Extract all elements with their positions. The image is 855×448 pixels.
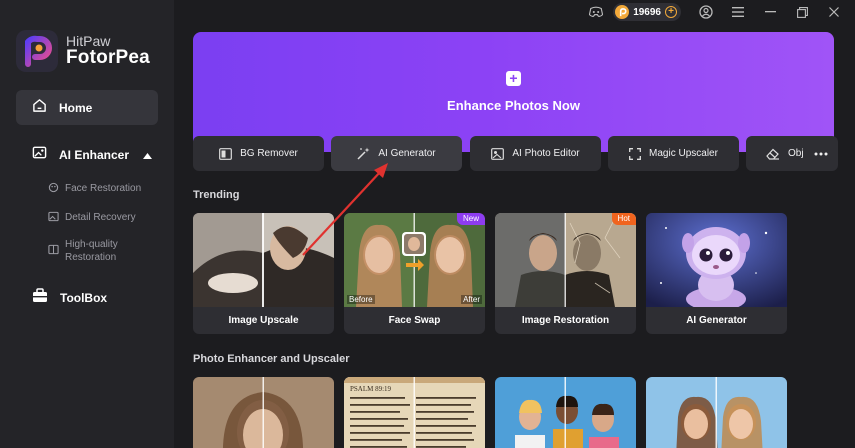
coin-count: 19696 — [633, 6, 661, 18]
close-icon[interactable] — [827, 5, 841, 19]
sidebar-item-toolbox[interactable]: ToolBox — [32, 288, 107, 308]
discord-icon[interactable] — [589, 5, 604, 19]
add-coins-icon[interactable]: + — [665, 6, 677, 18]
sidebar: HitPaw FotorPea Home AI Enhancer Face Re… — [0, 0, 174, 448]
card-label: Face Swap — [388, 315, 441, 326]
sidebar-subitem-label: Face Restoration — [65, 183, 142, 194]
new-badge: New — [456, 213, 485, 225]
image-restoration-thumbnail — [495, 213, 636, 307]
enhance-photos-banner[interactable]: + Enhance Photos Now — [193, 32, 834, 152]
image-icon — [48, 211, 59, 225]
coin-balance[interactable]: 19696 + — [613, 3, 681, 21]
friends-photo-thumbnail — [646, 377, 787, 448]
card-label: Image Upscale — [228, 315, 299, 326]
restore-icon — [48, 244, 59, 258]
trending-card-image-upscale[interactable]: Image Upscale — [193, 213, 334, 334]
app-logo: HitPaw FotorPea — [16, 30, 150, 72]
sidebar-item-label: AI Enhancer — [59, 148, 130, 162]
eraser-icon — [766, 148, 780, 160]
minimize-icon[interactable] — [763, 5, 777, 19]
magic-upscaler-button[interactable]: Magic Upscaler — [608, 136, 739, 171]
face-icon — [48, 182, 59, 196]
document-thumbnail: PSALM 89:19 — [344, 377, 485, 448]
toolbox-icon — [32, 288, 48, 308]
enhancer-card-document[interactable]: PSALM 89:19 — [344, 377, 485, 448]
fotorpea-logo-icon — [16, 30, 58, 72]
tool-label: Obj — [788, 148, 804, 159]
photo-edit-icon — [491, 147, 505, 160]
more-options-icon[interactable] — [814, 136, 828, 171]
enhancer-card-friends-photo[interactable] — [646, 377, 787, 448]
menu-icon[interactable] — [731, 5, 745, 19]
coin-icon — [615, 5, 630, 19]
tool-label: BG Remover — [240, 148, 298, 159]
title-bar: 19696 + — [174, 0, 855, 24]
ai-photo-editor-button[interactable]: AI Photo Editor — [470, 136, 601, 171]
sidebar-subitem-label: Detail Recovery — [65, 212, 136, 223]
trending-card-face-swap[interactable]: New Before After Face Swap — [344, 213, 485, 334]
bg-remover-icon — [219, 147, 232, 160]
sidebar-subitem-high-quality-restoration[interactable]: High-quality Restoration — [48, 238, 158, 264]
ai-enhancer-icon — [32, 145, 47, 165]
magic-wand-icon — [357, 147, 370, 160]
sidebar-subitem-face-restoration[interactable]: Face Restoration — [48, 182, 141, 196]
ai-generator-button[interactable]: AI Generator — [331, 136, 462, 171]
image-upscale-thumbnail — [193, 213, 334, 307]
sidebar-item-label: Home — [59, 100, 93, 115]
ai-generator-thumbnail — [646, 213, 787, 307]
card-label: AI Generator — [686, 315, 747, 326]
enhancer-card-portrait[interactable] — [193, 377, 334, 448]
restore-window-icon[interactable] — [795, 5, 809, 19]
expand-icon — [629, 147, 641, 160]
tool-label: AI Generator — [378, 148, 436, 159]
svg-text:PSALM 89:19: PSALM 89:19 — [350, 385, 392, 393]
bg-remover-button[interactable]: BG Remover — [193, 136, 324, 171]
tool-label: AI Photo Editor — [512, 148, 580, 159]
sidebar-item-home[interactable]: Home — [16, 90, 158, 125]
enhance-photos-label: Enhance Photos Now — [447, 98, 580, 113]
enhancer-card-group-photo[interactable] — [495, 377, 636, 448]
sidebar-item-label: ToolBox — [60, 291, 108, 305]
after-label: After — [461, 295, 482, 304]
chevron-up-icon[interactable] — [143, 146, 153, 164]
photo-enhancer-heading: Photo Enhancer and Upscaler — [193, 353, 350, 365]
account-icon[interactable] — [699, 5, 713, 19]
trending-card-ai-generator[interactable]: AI Generator — [646, 213, 787, 334]
hot-badge: Hot — [611, 213, 636, 225]
trending-heading: Trending — [193, 189, 240, 201]
home-icon — [32, 98, 47, 118]
card-label: Image Restoration — [521, 315, 610, 326]
add-photo-icon: + — [506, 71, 521, 86]
object-remover-button[interactable]: Obj — [746, 136, 838, 171]
sidebar-subitem-detail-recovery[interactable]: Detail Recovery — [48, 211, 136, 225]
group-photo-thumbnail — [495, 377, 636, 448]
before-label: Before — [347, 295, 375, 304]
sidebar-subitem-label: High-quality Restoration — [65, 239, 118, 263]
trending-card-image-restoration[interactable]: Hot Image Restoration — [495, 213, 636, 334]
face-swap-thumbnail — [344, 213, 485, 307]
brand-name: HitPaw — [66, 32, 111, 49]
tool-label: Magic Upscaler — [649, 148, 718, 159]
portrait-thumbnail — [193, 377, 334, 448]
sidebar-item-ai-enhancer[interactable]: AI Enhancer — [32, 145, 162, 165]
product-name: FotorPea — [66, 47, 150, 69]
